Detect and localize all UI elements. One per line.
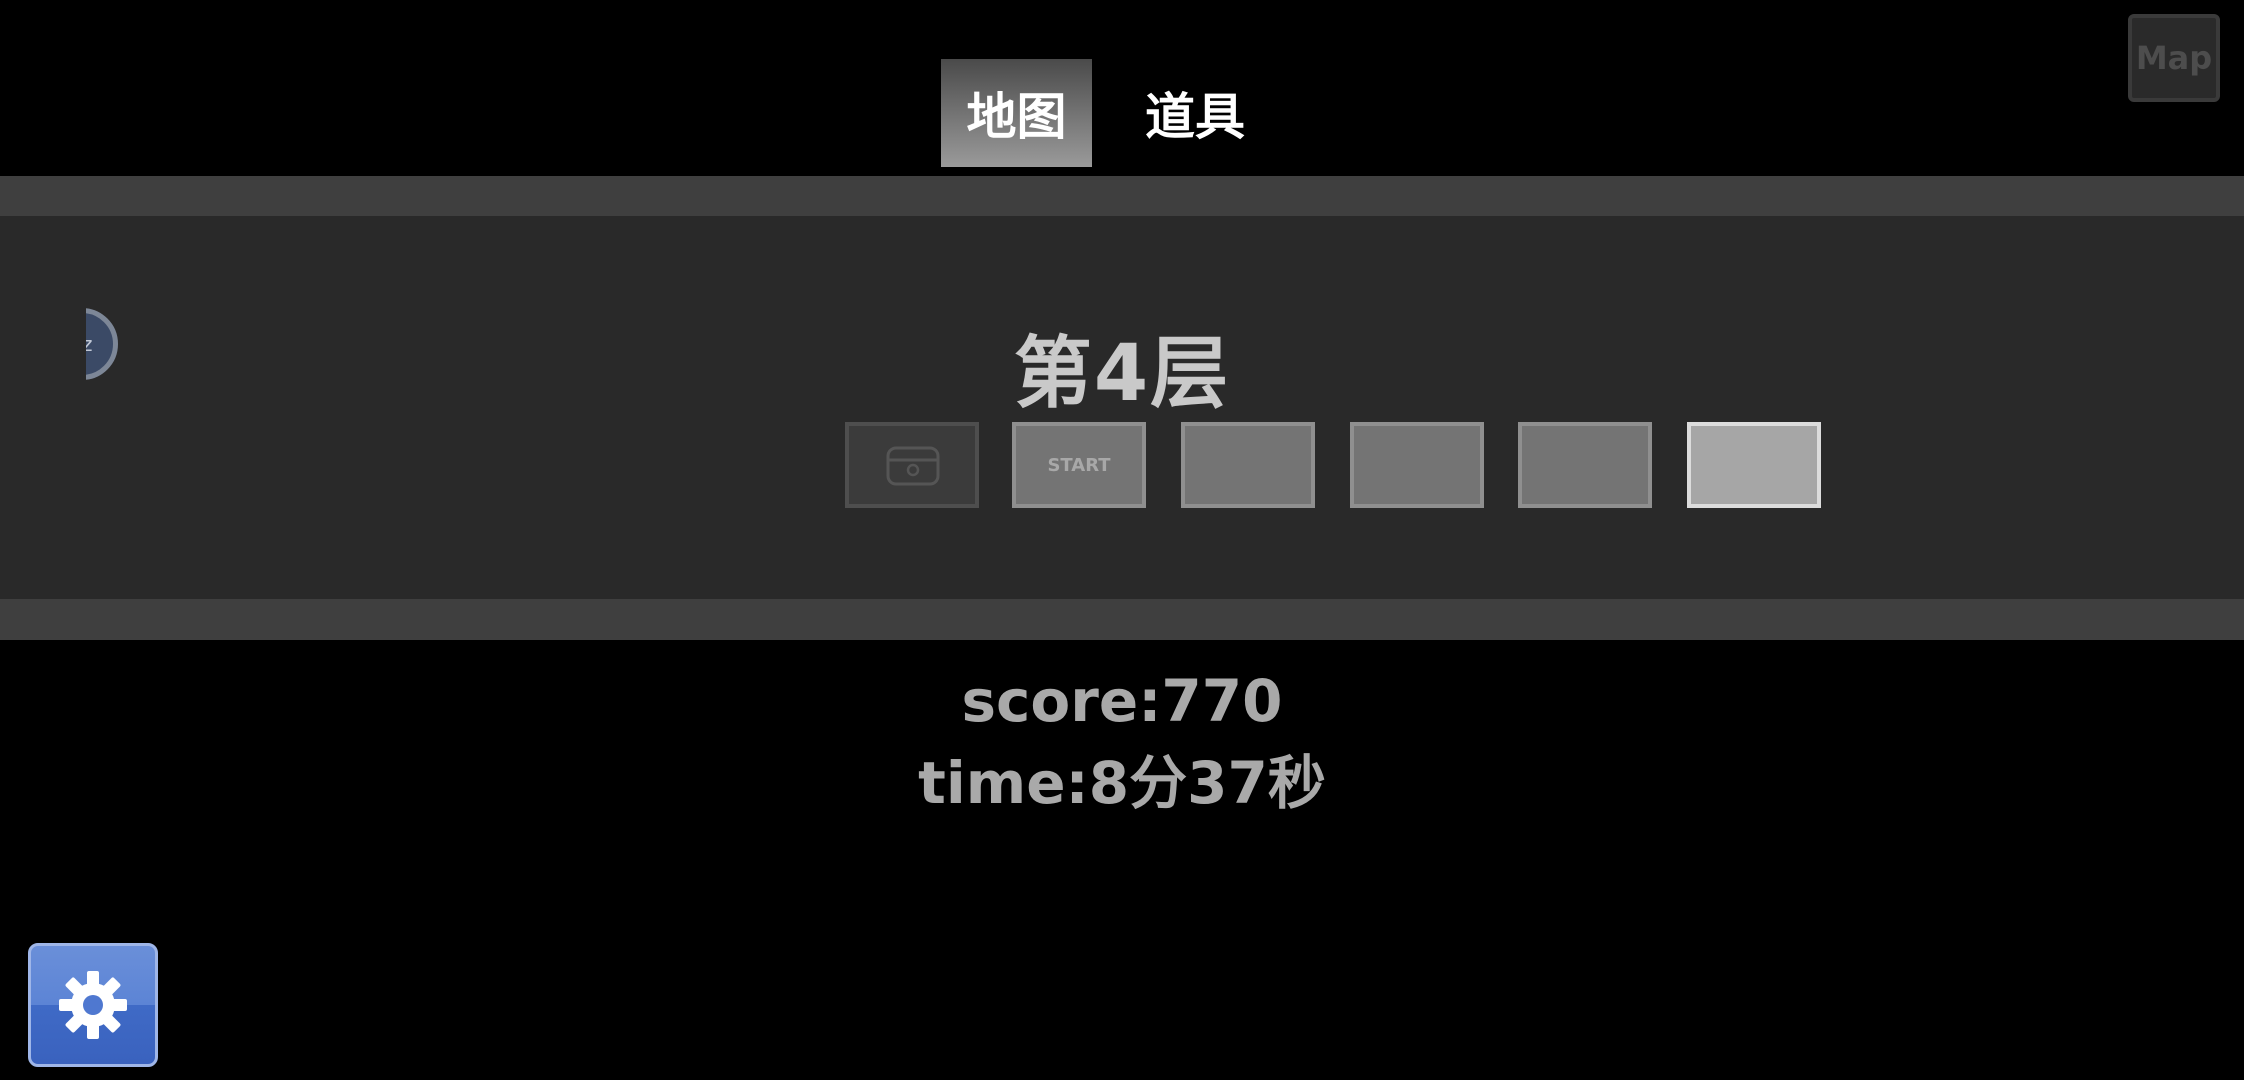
- map-panel: zz 第4层 START: [0, 176, 2244, 640]
- gear-icon: [59, 971, 127, 1039]
- floor-title: 第4层: [1013, 329, 1231, 419]
- map-panel-inner: zz 第4层 START: [0, 216, 2244, 599]
- stats-block: score:770 time:8分37秒: [0, 660, 2244, 824]
- tab-items[interactable]: 道具: [1125, 59, 1265, 167]
- room-current[interactable]: [1687, 422, 1821, 508]
- tab-map[interactable]: 地图: [941, 59, 1092, 167]
- tab-bar: 地图 道具: [941, 59, 1265, 167]
- room-visited[interactable]: [1181, 422, 1315, 508]
- room-start-label: START: [1047, 454, 1111, 476]
- room-treasure[interactable]: [845, 422, 979, 508]
- map-button[interactable]: Map: [2128, 14, 2220, 102]
- time-text: time:8分37秒: [918, 749, 1326, 817]
- settings-button[interactable]: [28, 943, 158, 1067]
- room-start[interactable]: START: [1012, 422, 1146, 508]
- score-text: score:770: [961, 667, 1283, 735]
- room-visited[interactable]: [1350, 422, 1484, 508]
- room-visited[interactable]: [1518, 422, 1652, 508]
- treasure-chest-icon: [886, 446, 940, 486]
